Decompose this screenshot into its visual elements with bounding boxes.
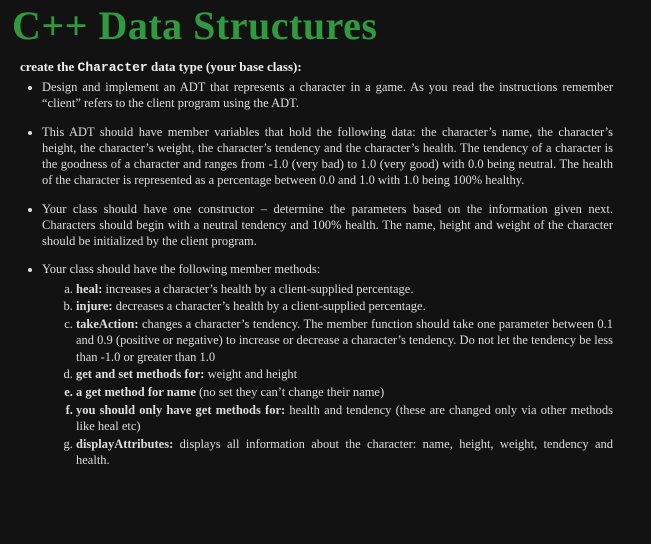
method-desc: weight and height [204,367,297,381]
section-heading: create the Character data type (your bas… [20,59,643,75]
method-item: a get method for name (no set they can’t… [76,384,613,400]
list-item: Your class should have the following mem… [42,261,613,277]
method-name: get and set methods for: [76,367,204,381]
method-name: a get method for name [76,385,196,399]
methods-list: heal: increases a character’s health by … [54,281,613,469]
method-item: displayAttributes: displays all informat… [76,436,613,469]
method-desc: (no set they can’t change their name) [196,385,384,399]
method-item: takeAction: changes a character’s tenden… [76,316,613,365]
document-page: C++ Data Structures create the Character… [0,0,651,544]
intro-code-term: Character [78,60,148,75]
intro-suffix: data type (your base class): [148,59,302,74]
bullet-list: Design and implement an ADT that represe… [22,79,613,278]
method-desc: increases a character’s health by a clie… [102,282,413,296]
list-item: Design and implement an ADT that represe… [42,79,613,112]
list-item: Your class should have one constructor –… [42,201,613,250]
method-item: get and set methods for: weight and heig… [76,366,613,382]
method-name: you should only have get methods for: [76,403,285,417]
list-item: This ADT should have member variables th… [42,124,613,189]
list-item-text: Your class should have the following mem… [42,262,320,276]
method-item: you should only have get methods for: he… [76,402,613,435]
page-title: C++ Data Structures [12,0,643,49]
method-name: heal: [76,282,102,296]
intro-prefix: create the [20,59,78,74]
method-name: displayAttributes: [76,437,173,451]
method-name: takeAction: [76,317,139,331]
method-desc: decreases a character’s health by a clie… [113,299,426,313]
method-item: heal: increases a character’s health by … [76,281,613,297]
method-item: injure: decreases a character’s health b… [76,298,613,314]
method-desc: changes a character’s tendency. The memb… [76,317,613,364]
method-name: injure: [76,299,113,313]
